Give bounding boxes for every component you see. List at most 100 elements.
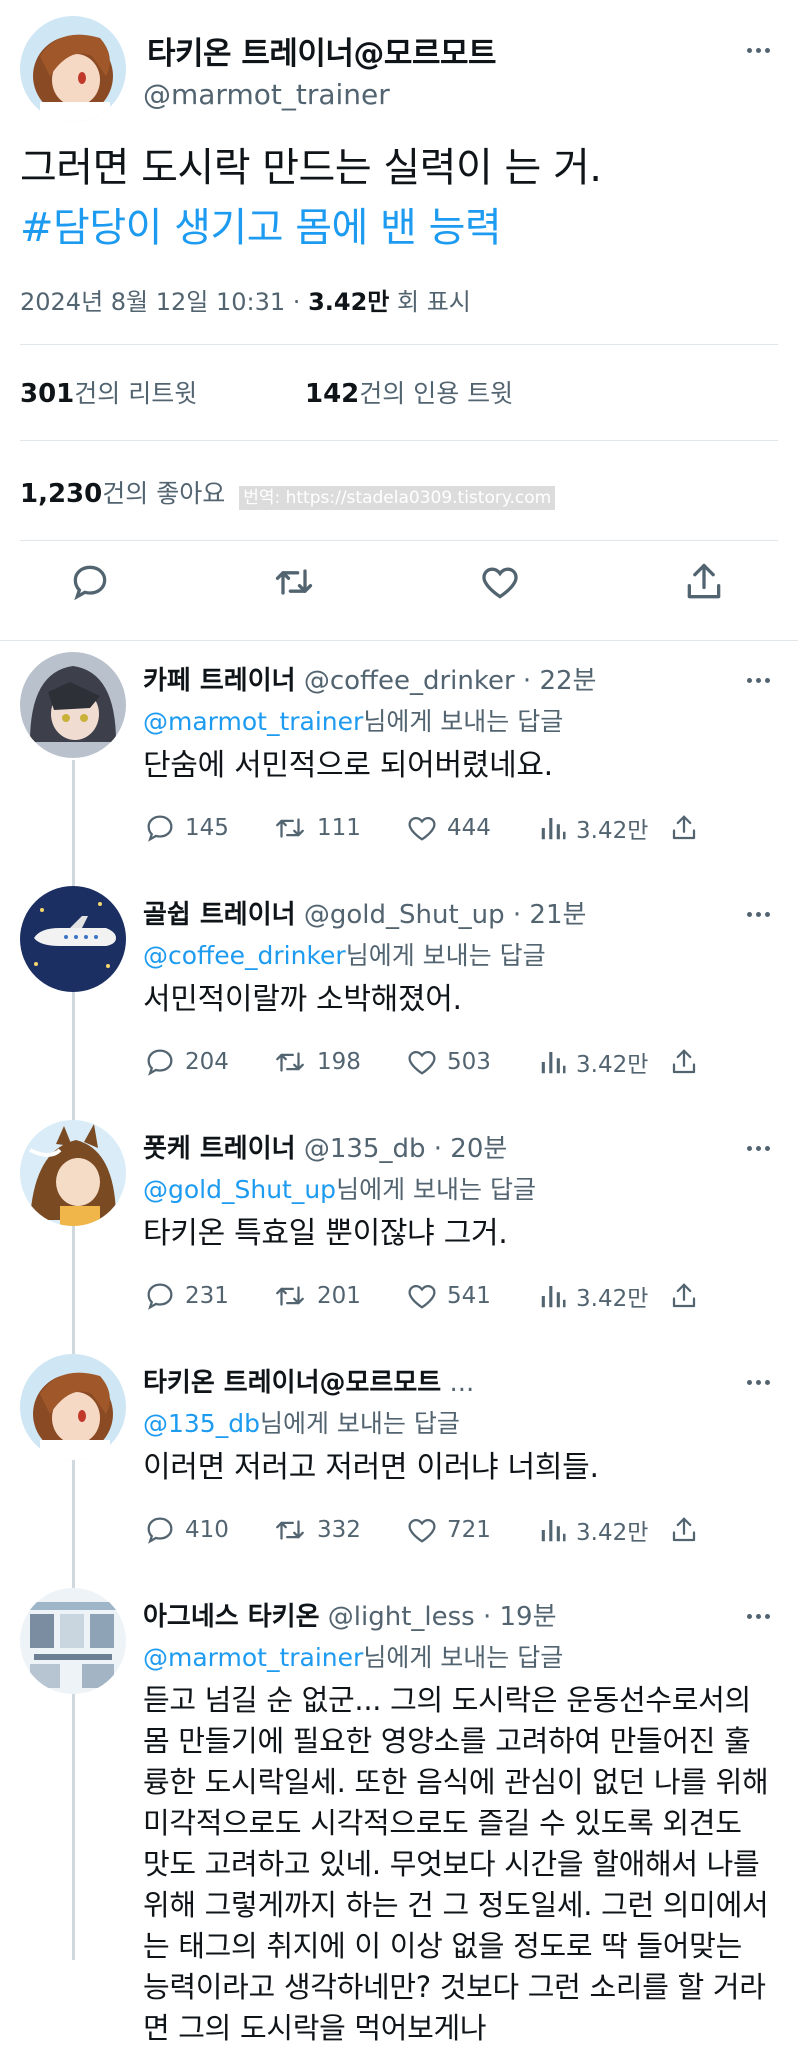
retweet-count: 201 [317, 1283, 361, 1309]
reply-text: 서민적이랄까 소박해졌어. [143, 982, 462, 1017]
quote-label: 건의 인용 트윗 [359, 379, 514, 408]
share-button[interactable] [669, 1278, 707, 1314]
reply-tweet[interactable]: 카페 트레이너 @coffee_drinker · 22분 @marmot_tr… [0, 642, 798, 874]
reply-header: 폿케 트레이너 @135_db · 20분 [143, 1128, 507, 1165]
like-icon [408, 816, 436, 841]
hashtag-link[interactable]: #담당이 생기고 몸에 밴 능력 [20, 198, 602, 258]
mention-link[interactable]: @marmot_trainer [143, 1643, 363, 1672]
like-button[interactable]: 721 [405, 1512, 491, 1548]
reply-text: 단숨에 서민적으로 되어버렸네요. [143, 748, 553, 783]
retweet-icon [276, 1052, 304, 1072]
retweet-icon[interactable] [272, 560, 320, 608]
views-button[interactable]: 3.42만 [538, 1512, 648, 1548]
reply-button[interactable]: 204 [143, 1044, 229, 1080]
bar-chart-icon [541, 1052, 566, 1074]
author-handle[interactable]: @marmot_trainer [143, 78, 390, 111]
retweet-count: 111 [317, 815, 361, 841]
more-icon[interactable] [743, 1370, 770, 1389]
share-icon[interactable] [682, 560, 730, 608]
more-icon[interactable] [743, 1604, 770, 1623]
reply-actions: 410 332 721 3.42만 [143, 1512, 783, 1552]
like-button[interactable]: 503 [405, 1044, 491, 1080]
reply-button[interactable]: 231 [143, 1278, 229, 1314]
avatar[interactable] [20, 652, 126, 758]
reply-icon [147, 1517, 173, 1544]
reply-tweet[interactable]: 골쉽 트레이너 @gold_Shut_up · 21분 @coffee_drin… [0, 876, 798, 1108]
reply-tweet[interactable]: 폿케 트레이너 @135_db · 20분 @gold_Shut_up님에게 보… [0, 1110, 798, 1342]
share-button[interactable] [669, 810, 707, 846]
translation-watermark: 번역: https://stadela0309.tistory.com [239, 485, 556, 510]
like-count: 1,230 [20, 479, 103, 509]
avatar[interactable] [20, 886, 126, 992]
author-name[interactable]: 폿케 트레이너 [143, 1134, 296, 1164]
author-name[interactable]: 카페 트레이너 [143, 666, 296, 696]
views-button[interactable]: 3.42만 [538, 1278, 648, 1314]
views-button[interactable]: 3.42만 [538, 1044, 648, 1080]
retweet-button[interactable]: 332 [271, 1512, 361, 1548]
avatar[interactable] [20, 1354, 126, 1460]
author-handle-time[interactable]: @coffee_drinker · 22분 [296, 666, 597, 696]
reply-button[interactable]: 410 [143, 1512, 229, 1548]
avatar[interactable] [20, 16, 126, 122]
divider [0, 640, 798, 641]
like-button[interactable]: 541 [405, 1278, 491, 1314]
mention-link[interactable]: @gold_Shut_up [143, 1175, 336, 1204]
like-button[interactable]: 444 [405, 810, 491, 846]
retweet-stats[interactable]: 301건의 리트윗 [20, 374, 197, 410]
reply-icon [147, 1049, 173, 1076]
mention-link[interactable]: @135_db [143, 1409, 260, 1438]
reply-tweet[interactable]: 타키온 트레이너@모르모트 ... @135_db님에게 보내는 답글 이러면 … [0, 1344, 798, 1576]
author-handle-time[interactable]: @light_less · 19분 [320, 1602, 557, 1632]
like-icon[interactable] [478, 560, 526, 608]
more-icon[interactable] [743, 668, 770, 687]
author-name[interactable]: 타키온 트레이너@모르모트 [147, 28, 497, 73]
share-button[interactable] [669, 1512, 707, 1548]
author-handle-time[interactable]: ... [441, 1368, 474, 1398]
like-count: 721 [447, 1517, 491, 1543]
share-icon [672, 1517, 696, 1542]
author-name[interactable]: 타키온 트레이너@모르모트 [143, 1368, 441, 1398]
retweet-button[interactable]: 198 [271, 1044, 361, 1080]
like-count: 444 [447, 815, 491, 841]
retweet-button[interactable]: 201 [271, 1278, 361, 1314]
more-icon[interactable] [743, 1136, 770, 1155]
avatar[interactable] [20, 1588, 126, 1694]
like-stats[interactable]: 1,230건의 좋아요 번역: https://stadela0309.tisto… [20, 474, 556, 510]
reply-icon[interactable] [68, 560, 116, 608]
tweet-date[interactable]: 2024년 8월 12일 10:31 · [20, 288, 308, 316]
retweet-icon [276, 1286, 304, 1306]
reply-header: 골쉽 트레이너 @gold_Shut_up · 21분 [143, 894, 586, 931]
share-icon [672, 1049, 696, 1074]
reply-tweet[interactable]: 아그네스 타키온 @light_less · 19분 @marmot_train… [0, 1578, 798, 2045]
view-count: 3.42만 [576, 818, 649, 844]
like-icon [408, 1518, 436, 1543]
replying-to-suffix: 님에게 보내는 답글 [336, 1175, 536, 1204]
replying-to-suffix: 님에게 보내는 답글 [363, 1643, 564, 1672]
replying-to: @gold_Shut_up님에게 보내는 답글 [143, 1170, 536, 1206]
author-name[interactable]: 골쉽 트레이너 [143, 900, 296, 930]
replying-to-suffix: 님에게 보내는 답글 [345, 941, 546, 970]
view-count: 3.42만 [576, 1286, 649, 1312]
retweet-count: 301 [20, 379, 75, 409]
author-handle-time[interactable]: @gold_Shut_up · 21분 [296, 900, 587, 930]
views-button[interactable]: 3.42만 [538, 810, 648, 846]
mention-link[interactable]: @marmot_trainer [143, 707, 363, 736]
reply-button[interactable]: 145 [143, 810, 229, 846]
bar-chart-icon [541, 1286, 566, 1308]
author-name[interactable]: 아그네스 타키온 [143, 1602, 320, 1632]
more-icon[interactable] [743, 38, 770, 57]
mention-link[interactable]: @coffee_drinker [143, 941, 346, 970]
replying-to-suffix: 님에게 보내는 답글 [259, 1409, 460, 1438]
author-handle-time[interactable]: @135_db · 20분 [296, 1134, 507, 1164]
share-button[interactable] [669, 1044, 707, 1080]
tweet-meta: 2024년 8월 12일 10:31 · 3.42만 회 표시 [20, 282, 471, 317]
reply-icon [147, 815, 173, 842]
quote-stats[interactable]: 142건의 인용 트윗 [305, 374, 513, 410]
divider [20, 540, 778, 541]
avatar[interactable] [20, 1120, 126, 1226]
more-icon[interactable] [743, 902, 770, 921]
reply-count: 204 [185, 1049, 229, 1075]
like-count: 503 [447, 1049, 491, 1075]
retweet-button[interactable]: 111 [271, 810, 361, 846]
retweet-count: 198 [317, 1049, 361, 1075]
